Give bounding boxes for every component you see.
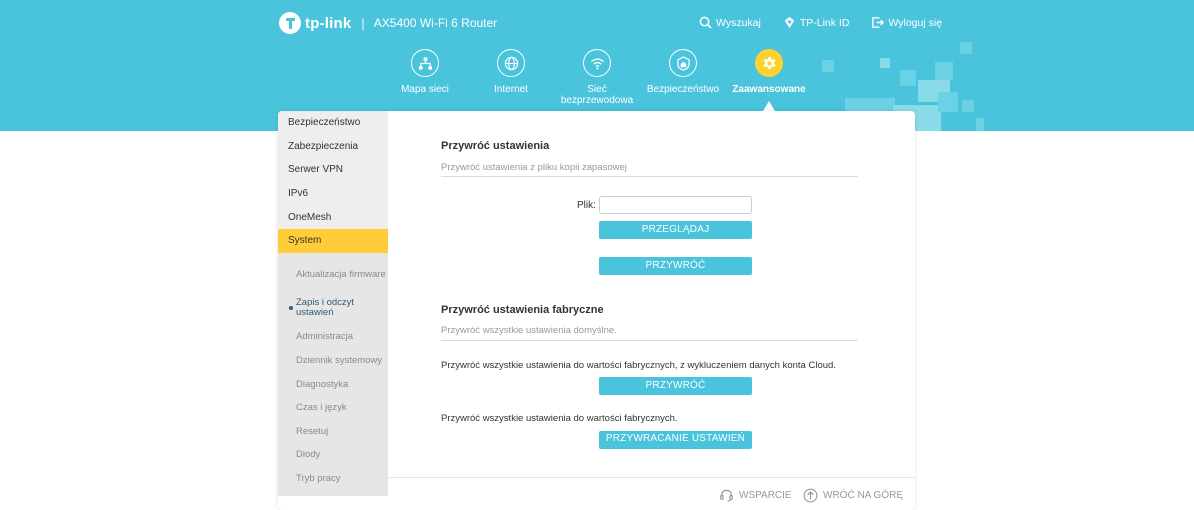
sidebar-item-onemesh[interactable]: OneMesh [278, 205, 388, 229]
nav-label: Sieć bezprzewodowa [560, 84, 634, 106]
factory-subtitle: Przywróć wszystkie ustawienia domyślne. [441, 325, 617, 336]
nav-label: Internet [494, 84, 528, 95]
restore-button[interactable]: PRZYWRÓĆ [599, 257, 752, 275]
nav-wireless[interactable]: Sieć bezprzewodowa [552, 49, 642, 106]
divider [441, 176, 858, 177]
search-label: Wyszukaj [716, 16, 761, 29]
factory-reset-text: Przywróć wszystkie ustawienia do wartośc… [441, 413, 678, 424]
tplink-id-icon [784, 16, 794, 29]
sidebar-sub-firmware-update[interactable]: Aktualizacja firmware [278, 259, 388, 291]
sidebar-sub-backup-restore[interactable]: Zapis i odczyt ustawień [278, 291, 388, 326]
sidebar-item-system[interactable]: System [278, 228, 388, 253]
nav-advanced[interactable]: Zaawansowane [724, 49, 814, 95]
back-to-top-link[interactable]: WRÓĆ NA GÓRĘ [803, 488, 903, 503]
sidebar-sub-reset[interactable]: Resetuj [278, 420, 388, 444]
footer: WSPARCIE WRÓĆ NA GÓRĘ [388, 477, 915, 510]
restore-subtitle: Przywróć ustawienia z pliku kopii zapaso… [441, 162, 627, 173]
decor-pixel [938, 92, 958, 112]
restore-title: Przywróć ustawienia [441, 140, 550, 152]
tplink-id-button[interactable]: TP-Link ID [783, 16, 850, 29]
sidebar-sub-leds[interactable]: Diody [278, 444, 388, 468]
support-link[interactable]: WSPARCIE [719, 488, 792, 503]
sidebar-item-protection[interactable]: Zabezpieczenia [278, 135, 388, 159]
file-input[interactable] [599, 196, 752, 214]
decor-pixel [900, 70, 916, 86]
router-model: AX5400 Wi-Fi 6 Router [373, 16, 498, 30]
nav-label: Mapa sieci [401, 84, 449, 95]
tplink-id-label: TP-Link ID [799, 16, 850, 29]
sidebar-sub-administration[interactable]: Administracja [278, 326, 388, 350]
nav-security[interactable]: Bezpieczeństwo [638, 49, 728, 95]
decor-pixel [960, 42, 972, 54]
sidebar-sub-system-log[interactable]: Dziennik systemowy [278, 349, 388, 373]
nav-network-map[interactable]: Mapa sieci [380, 49, 470, 95]
globe-icon [497, 49, 525, 77]
decor-pixel [935, 62, 953, 80]
main-panel: Bezpieczeństwo Zabezpieczenia Serwer VPN… [278, 111, 915, 510]
brand-name: tp-link [305, 14, 352, 32]
wifi-icon [583, 49, 611, 77]
gear-icon [755, 49, 783, 77]
decor-pixel [822, 60, 834, 72]
logout-icon [872, 17, 885, 28]
sidebar-item-vpn-server[interactable]: Serwer VPN [278, 158, 388, 182]
decor-pixel [976, 118, 984, 131]
sidebar-sub-operation-mode[interactable]: Tryb pracy [278, 467, 388, 491]
logout-button[interactable]: Wyloguj się [871, 16, 942, 29]
search-icon [699, 16, 712, 29]
top-actions: Wyszukaj TP-Link ID Wyloguj się [699, 16, 964, 29]
nav-label: Bezpieczeństwo [646, 84, 720, 95]
divider [441, 340, 858, 341]
tplink-logo-icon [279, 12, 301, 34]
logout-label: Wyloguj się [888, 16, 943, 29]
brand-separator: | [361, 15, 365, 31]
nav-internet[interactable]: Internet [466, 49, 556, 95]
shield-home-icon [669, 49, 697, 77]
restore-except-cloud-button[interactable]: PRZYWRÓĆ [599, 377, 752, 395]
factory-reset-button[interactable]: PRZYWRACANIE USTAWIEŃ FABRYCZNYCH [599, 431, 752, 449]
search-button[interactable]: Wyszukaj [699, 16, 761, 29]
nav-label: Zaawansowane [732, 84, 806, 95]
arrow-up-circle-icon [803, 488, 818, 503]
factory-title: Przywróć ustawienia fabryczne [441, 304, 604, 316]
sidebar-sub-time-language[interactable]: Czas i język [278, 396, 388, 420]
decor-pixel [880, 58, 890, 68]
support-label: WSPARCIE [739, 490, 792, 501]
sidebar-sub-diagnostics[interactable]: Diagnostyka [278, 373, 388, 397]
file-label: Plik: [577, 200, 596, 211]
sidebar-sub-list: Aktualizacja firmware Zapis i odczyt ust… [278, 252, 388, 496]
nav-active-pointer [763, 101, 775, 111]
browse-button[interactable]: PRZEGLĄDAJ [599, 221, 752, 239]
decor-pixel [962, 100, 974, 112]
brand: tp-link | AX5400 Wi-Fi 6 Router [278, 11, 497, 35]
sidebar: Bezpieczeństwo Zabezpieczenia Serwer VPN… [278, 111, 388, 496]
back-to-top-label: WRÓĆ NA GÓRĘ [823, 490, 904, 501]
network-map-icon [411, 49, 439, 77]
sidebar-item-security[interactable]: Bezpieczeństwo [278, 111, 388, 135]
sidebar-item-ipv6[interactable]: IPv6 [278, 182, 388, 206]
restore-except-cloud-text: Przywróć wszystkie ustawienia do wartośc… [441, 360, 836, 371]
headset-icon [720, 489, 733, 502]
